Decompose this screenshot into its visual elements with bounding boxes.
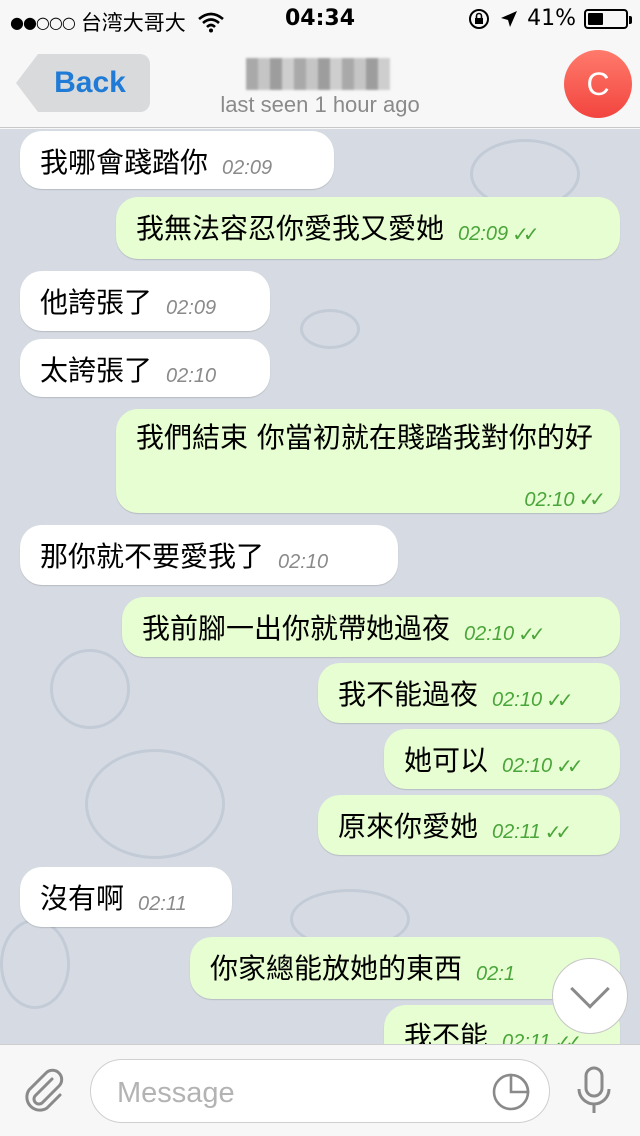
- double-check-icon: ✓✓: [512, 224, 539, 246]
- message-meta: 02:09: [222, 157, 272, 180]
- message-time: 02:09: [166, 297, 217, 319]
- background-doodle: [50, 649, 130, 729]
- message-incoming[interactable]: 沒有啊 02:11: [20, 867, 232, 927]
- message-incoming[interactable]: 他誇張了 02:09: [20, 271, 270, 331]
- message-meta: 02:1: [476, 963, 515, 986]
- avatar-initial: C: [586, 65, 610, 102]
- message-incoming[interactable]: 那你就不要愛我了 02:10: [20, 525, 398, 585]
- message-outgoing[interactable]: 原來你愛她 02:11 ✓✓: [318, 795, 620, 855]
- status-right: 41%: [467, 6, 632, 31]
- message-text: 我們結束 你當初就在賤踏我對你的好: [136, 421, 593, 454]
- message-time: 02:10: [524, 489, 575, 511]
- message-text: 他誇張了: [40, 286, 153, 319]
- message-incoming[interactable]: 我哪會踐踏你 02:09: [20, 131, 334, 189]
- scroll-down-button[interactable]: [552, 958, 628, 1034]
- message-outgoing[interactable]: 我們結束 你當初就在賤踏我對你的好 02:10 ✓✓: [116, 409, 620, 513]
- battery-fill: [588, 12, 603, 25]
- battery-percent: 41%: [527, 6, 576, 31]
- microphone-icon[interactable]: [572, 1065, 616, 1117]
- message-text: 我不能過夜: [338, 678, 479, 711]
- double-check-icon: ✓✓: [554, 1032, 582, 1044]
- message-meta: 02:10 ✓✓: [524, 479, 605, 521]
- message-input[interactable]: Message: [90, 1059, 550, 1123]
- message-text: 她可以: [404, 744, 489, 777]
- background-doodle: [85, 749, 225, 859]
- message-time: 02:10: [502, 755, 553, 777]
- double-check-icon: ✓✓: [544, 822, 572, 844]
- message-text: 你家總能放她的東西: [210, 952, 463, 985]
- message-time: 02:11: [138, 893, 187, 915]
- message-placeholder: Message: [117, 1077, 235, 1109]
- message-text: 我無法容忍你愛我又愛她: [136, 212, 445, 245]
- message-time: 02:10: [464, 623, 515, 645]
- message-meta: 02:11 ✓✓: [502, 1030, 582, 1044]
- message-text: 我不能: [404, 1020, 489, 1044]
- message-meta: 02:10 ✓✓: [502, 754, 583, 779]
- paperclip-icon[interactable]: [18, 1065, 70, 1117]
- message-meta: 02:10: [166, 365, 216, 388]
- input-bar: Message: [0, 1044, 640, 1136]
- message-text: 沒有啊: [40, 882, 125, 915]
- message-time: 02:10: [278, 551, 329, 573]
- message-meta: 02:10: [278, 551, 328, 574]
- message-text: 那你就不要愛我了: [40, 540, 265, 573]
- message-time: 02:11: [502, 1031, 551, 1044]
- location-arrow-icon: [501, 10, 518, 27]
- contact-name-redacted[interactable]: [246, 58, 390, 90]
- message-outgoing[interactable]: 我無法容忍你愛我又愛她 02:09 ✓✓: [116, 197, 620, 259]
- message-time: 02:1: [476, 963, 515, 985]
- message-outgoing[interactable]: 我不能過夜 02:10 ✓✓: [318, 663, 620, 723]
- message-meta: 02:09: [166, 297, 216, 320]
- double-check-icon: ✓✓: [556, 756, 583, 778]
- message-meta: 02:11 ✓✓: [492, 820, 572, 845]
- nav-bar: Back last seen 1 hour ago C: [0, 40, 640, 128]
- message-text: 我前腳一出你就帶她過夜: [142, 612, 451, 645]
- last-seen-status: last seen 1 hour ago: [220, 92, 420, 117]
- message-incoming[interactable]: 太誇張了 02:10: [20, 339, 270, 397]
- avatar[interactable]: C: [564, 50, 632, 118]
- message-text: 原來你愛她: [338, 810, 479, 843]
- message-outgoing[interactable]: 她可以 02:10 ✓✓: [384, 729, 620, 789]
- sticker-icon[interactable]: [491, 1072, 531, 1112]
- message-text: 太誇張了: [40, 354, 153, 387]
- double-check-icon: ✓✓: [546, 690, 573, 712]
- message-time: 02:11: [492, 821, 541, 843]
- message-meta: 02:11: [138, 893, 187, 916]
- background-doodle: [300, 309, 360, 349]
- message-time: 02:09: [458, 223, 509, 245]
- message-text: 我哪會踐踏你: [40, 146, 209, 179]
- battery-icon: [584, 8, 632, 29]
- message-meta: 02:10 ✓✓: [492, 688, 573, 713]
- chevron-down-icon: [570, 969, 610, 1009]
- background-doodle: [0, 919, 70, 1009]
- message-outgoing[interactable]: 我前腳一出你就帶她過夜 02:10 ✓✓: [122, 597, 620, 657]
- message-time: 02:09: [222, 157, 273, 179]
- status-bar: ●●○○○ 台湾大哥大 04:34 41%: [0, 0, 640, 40]
- double-check-icon: ✓✓: [518, 624, 545, 646]
- message-time: 02:10: [166, 365, 217, 387]
- double-check-icon: ✓✓: [578, 489, 605, 511]
- rotation-lock-icon: [469, 8, 490, 29]
- message-meta: 02:09 ✓✓: [458, 222, 539, 247]
- message-meta: 02:10 ✓✓: [464, 622, 545, 647]
- chat-area[interactable]: 我哪會踐踏你 02:09 我無法容忍你愛我又愛她 02:09 ✓✓ 他誇張了 02:09…: [0, 129, 640, 1044]
- message-time: 02:10: [492, 689, 543, 711]
